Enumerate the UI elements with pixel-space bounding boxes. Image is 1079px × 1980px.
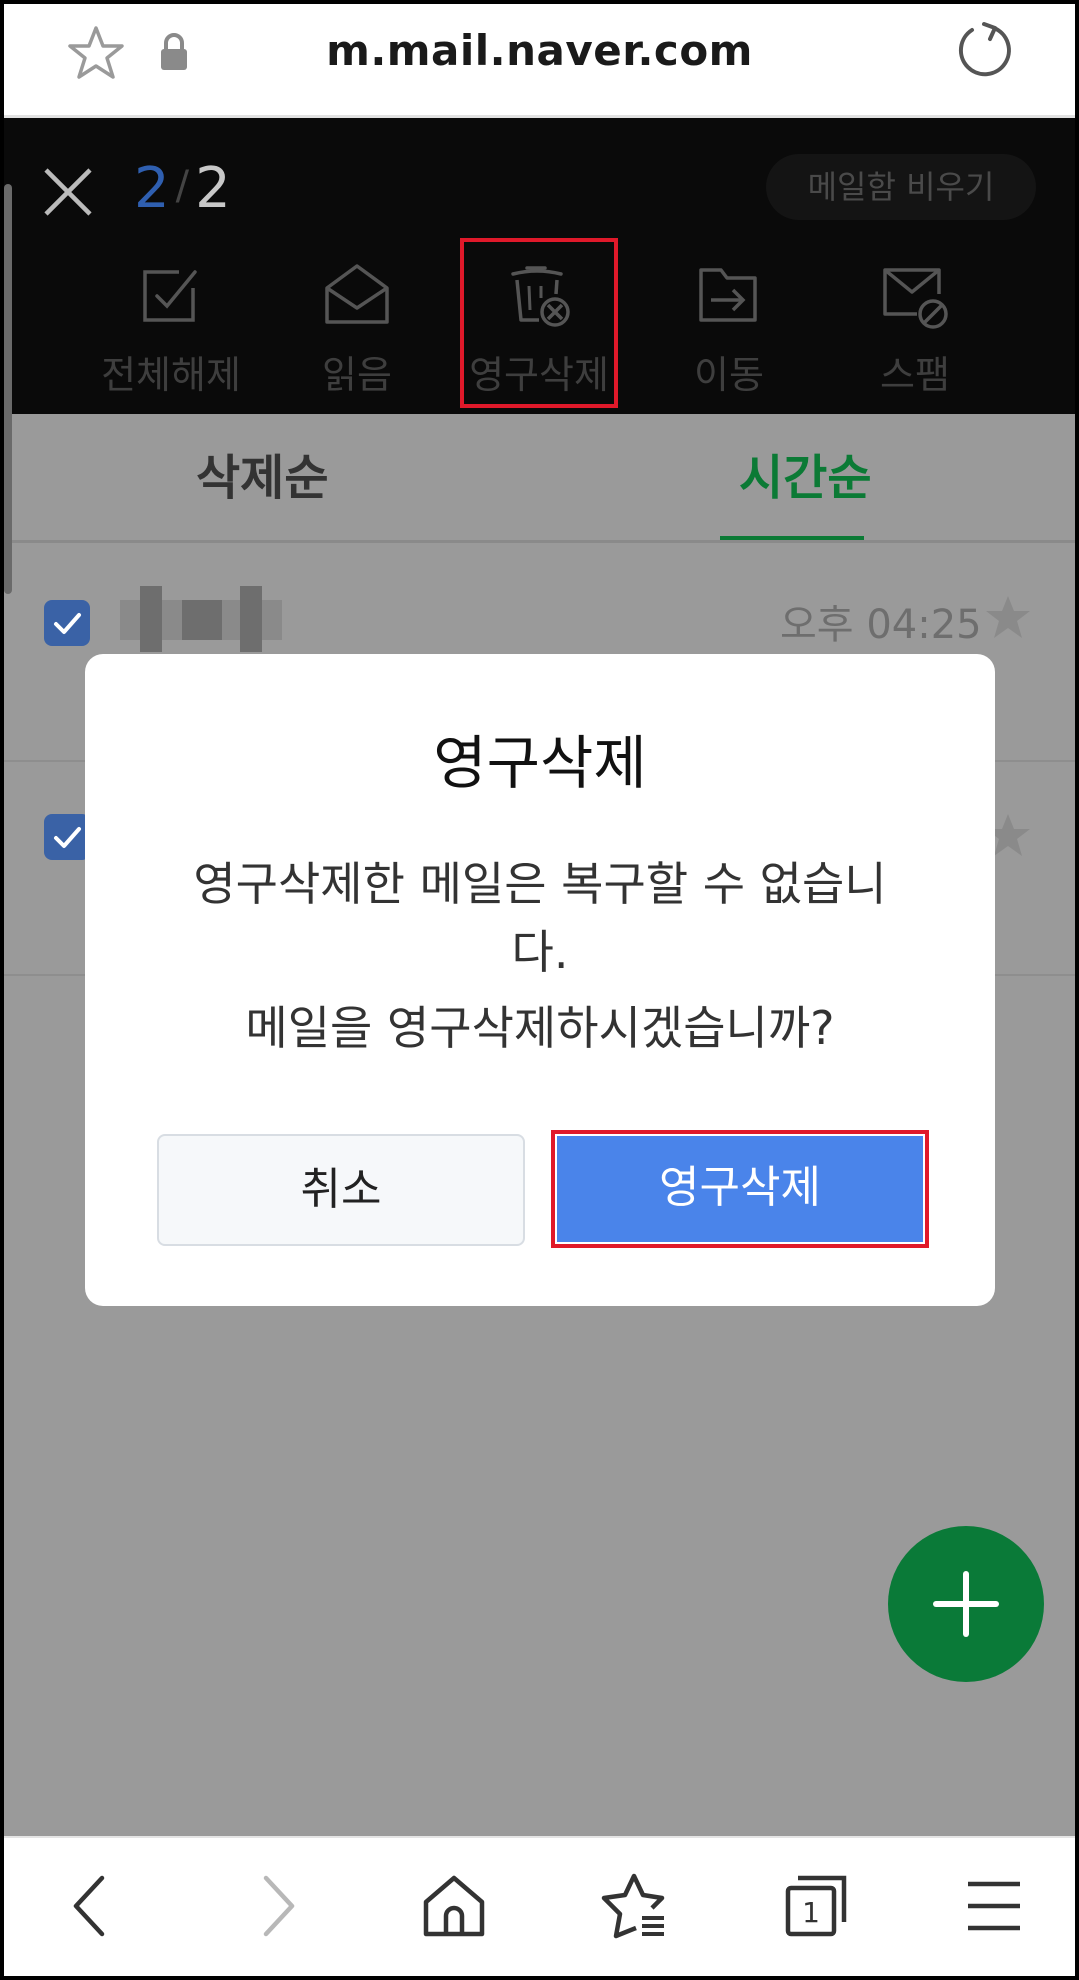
dialog-message: 영구삭제한 메일은 복구할 수 없습니 다. xyxy=(155,850,925,986)
star-icon[interactable] xyxy=(984,594,1032,642)
tab-divider xyxy=(4,540,1075,543)
bookmarks-button[interactable] xyxy=(592,1866,672,1946)
empty-mailbox-button[interactable]: 메일함 비우기 xyxy=(766,154,1036,220)
dialog-title: 영구삭제 xyxy=(433,729,647,797)
hamburger-menu-icon xyxy=(968,1881,1020,1931)
mail-time: 오후 04:25 xyxy=(780,602,982,648)
move-button[interactable]: 이동 xyxy=(644,258,814,408)
selection-counter: 2/2 xyxy=(134,156,231,221)
browser-bottom-nav: 1 xyxy=(4,1836,1075,1976)
cancel-button[interactable]: 취소 xyxy=(157,1134,525,1246)
permanent-delete-dialog: 영구삭제 영구삭제한 메일은 복구할 수 없습니 다. 메일을 영구삭제하시겠습… xyxy=(85,654,995,1306)
selection-count: 2 xyxy=(134,156,170,221)
screen: m.mail.naver.com 2/2 메일함 비우기 전체해제 읽음 영구삭… xyxy=(4,4,1075,1976)
spam-button[interactable]: 스팸 xyxy=(830,258,1000,408)
bookmark-list-icon xyxy=(601,1873,665,1939)
home-icon xyxy=(423,1875,485,1937)
forward-button[interactable] xyxy=(236,1866,316,1946)
menu-button[interactable] xyxy=(954,1866,1034,1946)
close-icon[interactable] xyxy=(40,164,96,220)
mail-checkbox[interactable] xyxy=(44,814,90,860)
checkmark-icon xyxy=(54,827,81,848)
url-text[interactable]: m.mail.naver.com xyxy=(4,26,1075,75)
tabs-icon: 1 xyxy=(785,1875,847,1937)
browser-url-bar: m.mail.naver.com xyxy=(4,4,1075,118)
total-count: 2 xyxy=(195,156,231,221)
selection-toolbar: 2/2 메일함 비우기 전체해제 읽음 영구삭제 이동 스팸 xyxy=(4,118,1075,414)
mail-block-icon xyxy=(883,268,948,329)
move-label: 이동 xyxy=(694,353,764,397)
plus-icon xyxy=(933,1571,999,1637)
dialog-message-line1: 영구삭제한 메일은 복구할 수 없습니 xyxy=(193,857,887,911)
tabs-button[interactable]: 1 xyxy=(776,1866,856,1946)
svg-text:1: 1 xyxy=(802,1896,820,1929)
tab-by-deleted[interactable]: 삭제순 xyxy=(196,438,328,508)
checkmark-icon xyxy=(54,613,81,634)
home-button[interactable] xyxy=(414,1866,494,1946)
annotation-highlight-delete xyxy=(460,238,618,408)
deselect-all-button[interactable]: 전체해제 xyxy=(86,258,256,408)
back-button[interactable] xyxy=(52,1866,132,1946)
tab-by-time[interactable]: 시간순 xyxy=(739,438,871,508)
annotation-highlight-confirm xyxy=(551,1130,929,1248)
mark-read-label: 읽음 xyxy=(322,353,392,397)
dialog-message-line2: 다. xyxy=(511,925,569,979)
compose-button[interactable] xyxy=(888,1526,1044,1682)
dialog-question: 메일을 영구삭제하시겠습니까? xyxy=(245,1001,835,1055)
mark-read-button[interactable]: 읽음 xyxy=(272,258,442,408)
reload-icon[interactable] xyxy=(950,18,1016,84)
deselect-all-label: 전체해제 xyxy=(101,353,241,397)
counter-separator: / xyxy=(175,163,190,209)
spam-label: 스팸 xyxy=(880,353,950,397)
sender-name-blurred xyxy=(120,586,282,652)
folder-move-icon xyxy=(699,268,757,322)
envelope-open-icon xyxy=(325,264,389,324)
chevron-right-icon xyxy=(263,1875,295,1937)
scroll-indicator xyxy=(4,184,12,594)
checkbox-icon xyxy=(143,270,197,322)
mail-checkbox[interactable] xyxy=(44,600,90,646)
chevron-left-icon xyxy=(73,1875,105,1937)
